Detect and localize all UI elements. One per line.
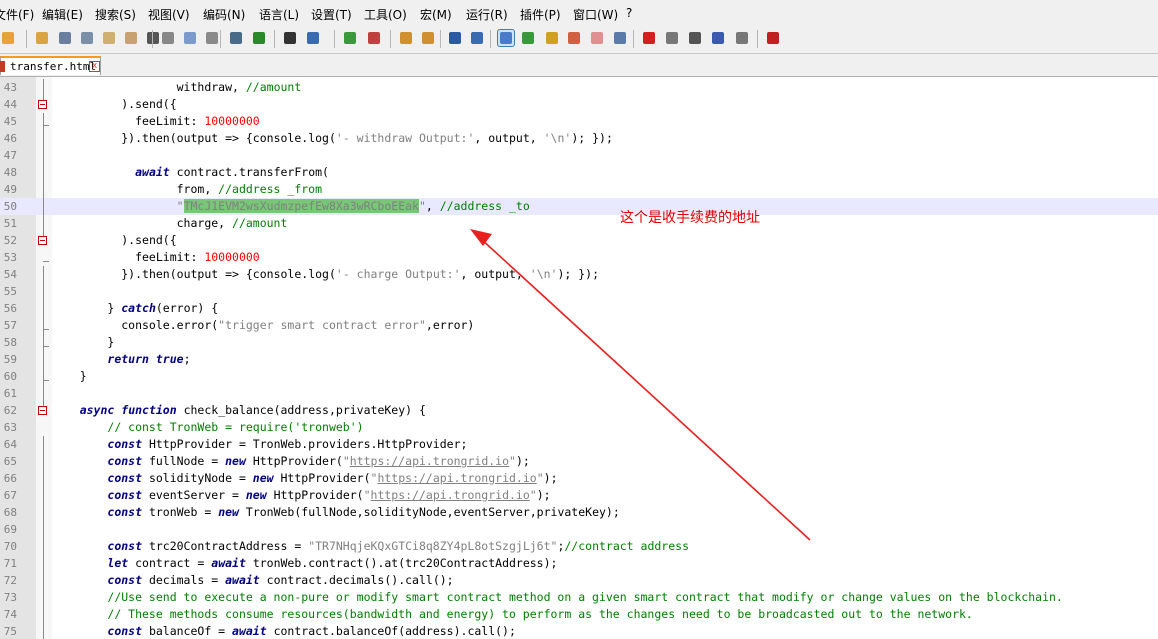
annotation-arrow xyxy=(470,229,811,541)
